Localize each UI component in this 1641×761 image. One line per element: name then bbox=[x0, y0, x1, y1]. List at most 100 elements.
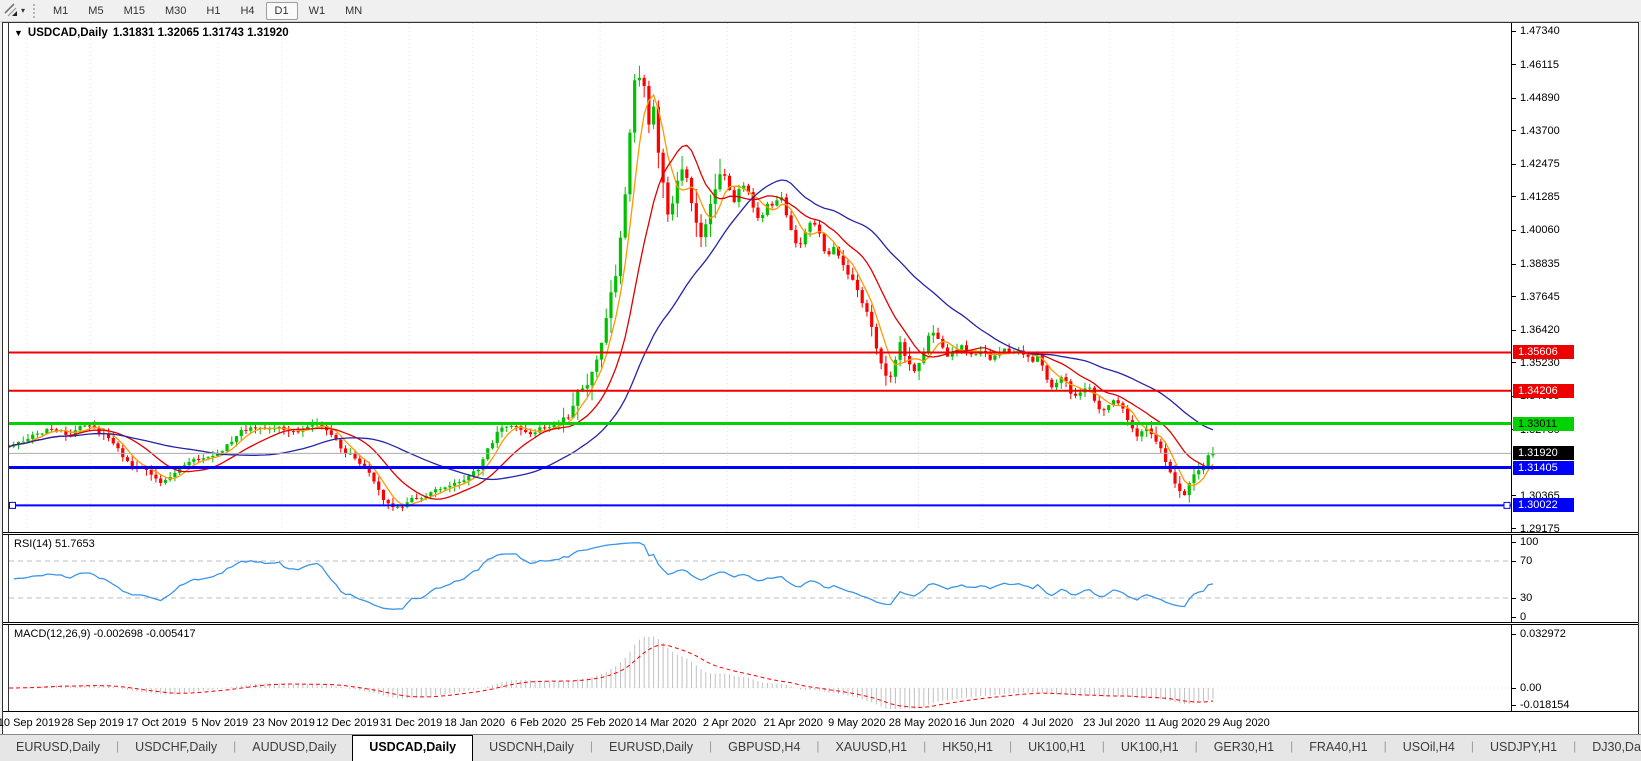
tick-dash bbox=[1512, 64, 1516, 66]
tab-usdcnh-daily[interactable]: USDCNH,Daily bbox=[473, 735, 590, 761]
chart-ohlc-values: 1.31831 1.32065 1.31743 1.31920 bbox=[112, 27, 289, 39]
date-label: 2 Apr 2020 bbox=[702, 717, 757, 729]
timeframe-button-m15[interactable]: M15 bbox=[115, 2, 154, 20]
rsi-level-70: 70 bbox=[1512, 555, 1532, 567]
rsi-level-30: 30 bbox=[1512, 592, 1532, 604]
price-tick-1.41285: 1.41285 bbox=[1512, 191, 1560, 203]
price-tick-1.36420: 1.36420 bbox=[1512, 324, 1560, 336]
macd-label: MACD(12,26,9) -0.002698 -0.005417 bbox=[14, 628, 196, 640]
price-flag-1.33011: 1.33011 bbox=[1513, 416, 1574, 431]
rsi-plot-area[interactable]: RSI(14) 51.7653 bbox=[8, 535, 1512, 622]
tab-uk100-h1[interactable]: UK100,H1 bbox=[1012, 735, 1102, 761]
current-price-flag: 1.31920 bbox=[1513, 446, 1574, 461]
date-axis[interactable]: 10 Sep 2019 28 Sep 2019 17 Oct 2019 5 Nov 2… bbox=[0, 711, 1638, 736]
timeframe-button-w1[interactable]: W1 bbox=[300, 2, 335, 20]
date-label: 21 Apr 2020 bbox=[763, 717, 823, 729]
date-label: 29 Aug 2020 bbox=[1208, 717, 1270, 729]
tab-audusd-daily[interactable]: AUDUSD,Daily bbox=[236, 735, 352, 761]
price-tick-1.46115: 1.46115 bbox=[1512, 59, 1559, 71]
date-label: 6 Feb 2020 bbox=[510, 717, 567, 729]
price-tick-1.42475: 1.42475 bbox=[1512, 158, 1560, 170]
tab-ger30-h1[interactable]: GER30,H1 bbox=[1198, 735, 1290, 761]
rsi-label: RSI(14) 51.7653 bbox=[14, 538, 95, 550]
timeframe-button-h1[interactable]: H1 bbox=[197, 2, 229, 20]
tick-dash bbox=[1512, 329, 1516, 331]
price-tick-1.44890: 1.44890 bbox=[1512, 92, 1560, 104]
rsi-level-100: 100 bbox=[1512, 536, 1538, 548]
tick-dash bbox=[1512, 130, 1516, 132]
price-tick-1.38835: 1.38835 bbox=[1512, 258, 1560, 270]
timeframe-button-m5[interactable]: M5 bbox=[79, 2, 112, 20]
date-label: 14 Mar 2020 bbox=[634, 717, 697, 729]
date-label: 9 May 2020 bbox=[828, 717, 886, 729]
symbol-dropdown-icon[interactable]: ▼ bbox=[14, 28, 23, 38]
price-flag-1.31405: 1.31405 bbox=[1513, 460, 1574, 475]
date-label: 12 Dec 2019 bbox=[316, 717, 379, 729]
toolbar-grip[interactable] bbox=[33, 3, 36, 18]
tab-gbpusd-h4[interactable]: GBPUSD,H4 bbox=[712, 735, 816, 761]
date-label: 23 Nov 2019 bbox=[252, 717, 315, 729]
rsi-axis: 100 70 30 0 bbox=[1511, 535, 1638, 623]
price-tick-1.47340: 1.47340 bbox=[1512, 25, 1560, 37]
date-label: 28 May 2020 bbox=[888, 717, 953, 729]
tab-eurusd-daily[interactable]: EURUSD,Daily bbox=[0, 735, 116, 761]
tab-hk50-h1[interactable]: HK50,H1 bbox=[926, 735, 1009, 761]
date-label: 28 Sep 2019 bbox=[61, 717, 124, 729]
tab-usoil-h4[interactable]: USOil,H4 bbox=[1387, 735, 1471, 761]
tab-fra40-h1[interactable]: FRA40,H1 bbox=[1293, 735, 1383, 761]
crosshair-icon bbox=[4, 3, 17, 17]
date-label: 18 Jan 2020 bbox=[444, 717, 506, 729]
crosshair-tool-button[interactable]: ▾ bbox=[1, 2, 27, 19]
tick-dash bbox=[1512, 196, 1516, 198]
timeframe-button-h4[interactable]: H4 bbox=[231, 2, 263, 20]
date-label: 16 Jun 2020 bbox=[953, 717, 1015, 729]
chart-window: ▼ USDCAD,Daily 1.31831 1.32065 1.31743 1… bbox=[0, 22, 1639, 736]
timeframe-button-m1[interactable]: M1 bbox=[44, 2, 77, 20]
date-label: 31 Dec 2019 bbox=[379, 717, 443, 729]
macd-plot-area[interactable]: MACD(12,26,9) -0.002698 -0.005417 bbox=[8, 625, 1512, 711]
tick-dash bbox=[1512, 362, 1516, 364]
price-flag-1.35606: 1.35606 bbox=[1513, 345, 1574, 360]
timeframe-button-m30[interactable]: M30 bbox=[156, 2, 195, 20]
tick-dash bbox=[1512, 528, 1516, 530]
macd-level-0.00: 0.00 bbox=[1512, 682, 1541, 694]
price-plot-area[interactable]: ▼ USDCAD,Daily 1.31831 1.32065 1.31743 1… bbox=[8, 23, 1512, 532]
tick-dash bbox=[1512, 296, 1516, 298]
tab-usdchf-daily[interactable]: USDCHF,Daily bbox=[119, 735, 233, 761]
date-label: 4 Jul 2020 bbox=[1022, 717, 1074, 729]
tab-dj30-daily[interactable]: DJ30,Daily bbox=[1576, 735, 1641, 761]
tab-xauusd-h1[interactable]: XAUUSD,H1 bbox=[820, 735, 924, 761]
tab-usdjpy-h1[interactable]: USDJPY,H1 bbox=[1474, 735, 1573, 761]
date-label: 11 Aug 2020 bbox=[1144, 717, 1206, 729]
price-flag-1.30022: 1.30022 bbox=[1513, 498, 1574, 513]
chart-title: ▼ USDCAD,Daily 1.31831 1.32065 1.31743 1… bbox=[14, 27, 289, 39]
date-label: 10 Sep 2019 bbox=[0, 717, 61, 729]
macd-pane: MACD(12,26,9) -0.002698 -0.005417 0.0329… bbox=[3, 625, 1638, 711]
timeframe-button-d1[interactable]: D1 bbox=[265, 1, 298, 20]
tab-uk100-h1[interactable]: UK100,H1 bbox=[1105, 735, 1195, 761]
chart-tab-bar: EURUSD,Daily | USDCHF,Daily | AUDUSD,Daily US… bbox=[0, 734, 1641, 761]
tick-dash bbox=[1512, 495, 1516, 497]
mt4-terminal: { "toolbar": { "timeframes": ["M1","M5",… bbox=[0, 0, 1641, 761]
timeframe-buttons: M1 M5 M15 M30 H1 H4 D1 W1 MN bbox=[43, 1, 372, 20]
date-label: 17 Oct 2019 bbox=[126, 717, 187, 729]
price-tick-1.43700: 1.43700 bbox=[1512, 125, 1560, 137]
tick-dash bbox=[1512, 30, 1516, 32]
price-axis[interactable]: 1.47340 1.46115 1.44890 1.43700 1.42475 1.412… bbox=[1511, 23, 1638, 535]
price-flag-1.34206: 1.34206 bbox=[1513, 383, 1574, 398]
tool-dropdown-caret[interactable]: ▾ bbox=[21, 6, 25, 15]
date-label: 25 Feb 2020 bbox=[571, 717, 633, 729]
price-pane: ▼ USDCAD,Daily 1.31831 1.32065 1.31743 1… bbox=[3, 23, 1638, 535]
tick-dash bbox=[1512, 229, 1516, 231]
tab-eurusd-daily[interactable]: EURUSD,Daily bbox=[593, 735, 709, 761]
timeframe-button-mn[interactable]: MN bbox=[336, 2, 371, 20]
chart-symbol-period: USDCAD,Daily bbox=[27, 27, 108, 39]
macd-level-0.032972: 0.032972 bbox=[1512, 628, 1566, 640]
tick-dash bbox=[1512, 163, 1516, 165]
price-tick-1.37645: 1.37645 bbox=[1512, 291, 1560, 303]
macd-level--0.018154: -0.018154 bbox=[1512, 699, 1570, 711]
date-label: 5 Nov 2019 bbox=[191, 717, 249, 729]
macd-axis: 0.032972 0.00 -0.018154 bbox=[1511, 625, 1638, 711]
price-tick-1.40060: 1.40060 bbox=[1512, 224, 1560, 236]
tab-usdcad-daily[interactable]: USDCAD,Daily bbox=[352, 735, 474, 761]
